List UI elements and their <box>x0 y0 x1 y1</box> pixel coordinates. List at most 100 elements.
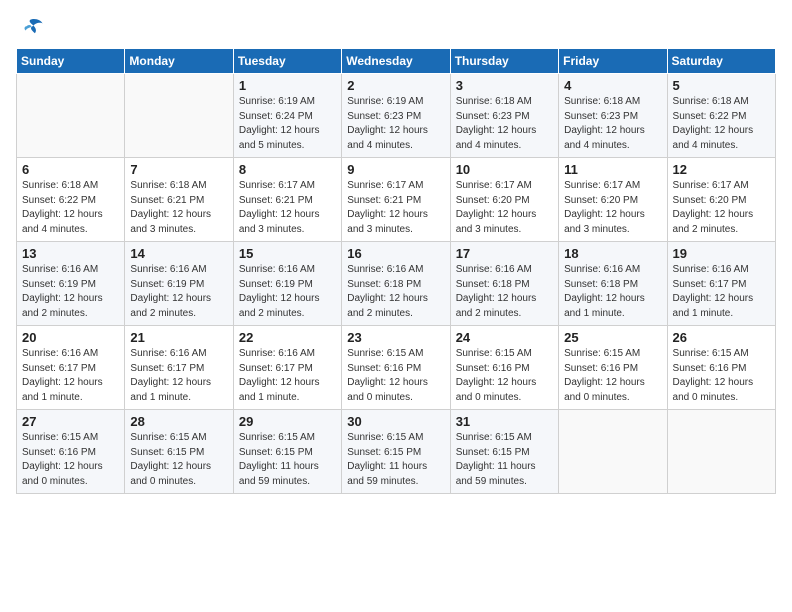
day-info: Sunrise: 6:16 AM Sunset: 6:19 PM Dayligh… <box>130 263 227 321</box>
calendar-cell: 28Sunrise: 6:15 AM Sunset: 6:15 PM Dayli… <box>125 410 233 494</box>
day-info: Sunrise: 6:16 AM Sunset: 6:18 PM Dayligh… <box>347 263 444 321</box>
calendar-cell <box>559 410 667 494</box>
day-number: 21 <box>130 330 227 345</box>
day-number: 7 <box>130 162 227 177</box>
day-number: 5 <box>673 78 770 93</box>
day-info: Sunrise: 6:16 AM Sunset: 6:19 PM Dayligh… <box>22 263 119 321</box>
day-number: 16 <box>347 246 444 261</box>
calendar-cell: 27 Sunrise: 6:15 AM Sunset: 6:16 PM Dayli… <box>17 410 125 494</box>
day-info: Sunrise: 6:16 AM Sunset: 6:17 PM Dayligh… <box>130 347 227 405</box>
day-info: Sunrise: 6:15 AM Sunset: 6:16 PM Dayligh… <box>347 347 444 405</box>
calendar-week-row: 1Sunrise: 6:19 AM Sunset: 6:24 PM Daylig… <box>17 74 776 158</box>
day-number: 6 <box>22 162 119 177</box>
day-info: Sunrise: 6:15 AM Sunset: 6:16 PM Dayligh… <box>22 431 119 489</box>
calendar-cell: 25 Sunrise: 6:15 AM Sunset: 6:16 PM Dayli… <box>559 326 667 410</box>
header <box>16 16 776 38</box>
calendar-cell: 7 Sunrise: 6:18 AM Sunset: 6:21 PM Daylig… <box>125 158 233 242</box>
day-info: Sunrise: 6:16 AM Sunset: 6:17 PM Dayligh… <box>239 347 336 405</box>
day-info: Sunrise: 6:15 AM Sunset: 6:16 PM Dayligh… <box>673 347 770 405</box>
calendar-week-row: 13 Sunrise: 6:16 AM Sunset: 6:19 PM Dayli… <box>17 242 776 326</box>
day-number: 3 <box>456 78 553 93</box>
calendar-cell: 20 Sunrise: 6:16 AM Sunset: 6:17 PM Dayli… <box>17 326 125 410</box>
calendar-cell: 29Sunrise: 6:15 AM Sunset: 6:15 PM Dayli… <box>233 410 341 494</box>
calendar-cell: 16 Sunrise: 6:16 AM Sunset: 6:18 PM Dayli… <box>342 242 450 326</box>
day-info: Sunrise: 6:18 AM Sunset: 6:22 PM Dayligh… <box>22 179 119 237</box>
calendar-cell: 1Sunrise: 6:19 AM Sunset: 6:24 PM Daylig… <box>233 74 341 158</box>
calendar-cell: 11 Sunrise: 6:17 AM Sunset: 6:20 PM Dayli… <box>559 158 667 242</box>
weekday-header: Thursday <box>450 49 558 74</box>
day-info: Sunrise: 6:17 AM Sunset: 6:20 PM Dayligh… <box>673 179 770 237</box>
day-info: Sunrise: 6:18 AM Sunset: 6:23 PM Dayligh… <box>456 95 553 153</box>
day-number: 9 <box>347 162 444 177</box>
day-info: Sunrise: 6:15 AM Sunset: 6:16 PM Dayligh… <box>564 347 661 405</box>
day-number: 17 <box>456 246 553 261</box>
day-info: Sunrise: 6:16 AM Sunset: 6:17 PM Dayligh… <box>673 263 770 321</box>
day-number: 27 <box>22 414 119 429</box>
calendar-cell: 5 Sunrise: 6:18 AM Sunset: 6:22 PM Daylig… <box>667 74 775 158</box>
day-info: Sunrise: 6:16 AM Sunset: 6:18 PM Dayligh… <box>456 263 553 321</box>
day-info: Sunrise: 6:17 AM Sunset: 6:20 PM Dayligh… <box>564 179 661 237</box>
day-number: 26 <box>673 330 770 345</box>
day-info: Sunrise: 6:17 AM Sunset: 6:21 PM Dayligh… <box>239 179 336 237</box>
day-number: 19 <box>673 246 770 261</box>
day-number: 4 <box>564 78 661 93</box>
calendar-cell: 13 Sunrise: 6:16 AM Sunset: 6:19 PM Dayli… <box>17 242 125 326</box>
logo <box>16 16 48 38</box>
calendar-cell <box>125 74 233 158</box>
weekday-header: Wednesday <box>342 49 450 74</box>
day-number: 15 <box>239 246 336 261</box>
calendar-cell: 10Sunrise: 6:17 AM Sunset: 6:20 PM Dayli… <box>450 158 558 242</box>
weekday-header: Sunday <box>17 49 125 74</box>
calendar-cell: 9 Sunrise: 6:17 AM Sunset: 6:21 PM Daylig… <box>342 158 450 242</box>
day-number: 25 <box>564 330 661 345</box>
calendar-cell: 24 Sunrise: 6:15 AM Sunset: 6:16 PM Dayli… <box>450 326 558 410</box>
calendar-week-row: 20 Sunrise: 6:16 AM Sunset: 6:17 PM Dayli… <box>17 326 776 410</box>
calendar-cell: 12Sunrise: 6:17 AM Sunset: 6:20 PM Dayli… <box>667 158 775 242</box>
day-number: 23 <box>347 330 444 345</box>
calendar-cell: 30Sunrise: 6:15 AM Sunset: 6:15 PM Dayli… <box>342 410 450 494</box>
day-number: 20 <box>22 330 119 345</box>
day-number: 2 <box>347 78 444 93</box>
calendar-cell: 23 Sunrise: 6:15 AM Sunset: 6:16 PM Dayli… <box>342 326 450 410</box>
calendar-cell: 31 Sunrise: 6:15 AM Sunset: 6:15 PM Dayli… <box>450 410 558 494</box>
day-number: 24 <box>456 330 553 345</box>
day-info: Sunrise: 6:15 AM Sunset: 6:16 PM Dayligh… <box>456 347 553 405</box>
day-info: Sunrise: 6:15 AM Sunset: 6:15 PM Dayligh… <box>456 431 553 489</box>
calendar-cell: 4 Sunrise: 6:18 AM Sunset: 6:23 PM Daylig… <box>559 74 667 158</box>
calendar-cell: 15Sunrise: 6:16 AM Sunset: 6:19 PM Dayli… <box>233 242 341 326</box>
day-info: Sunrise: 6:19 AM Sunset: 6:24 PM Dayligh… <box>239 95 336 153</box>
day-number: 11 <box>564 162 661 177</box>
day-number: 22 <box>239 330 336 345</box>
weekday-header-row: SundayMondayTuesdayWednesdayThursdayFrid… <box>17 49 776 74</box>
day-number: 31 <box>456 414 553 429</box>
calendar-cell: 19 Sunrise: 6:16 AM Sunset: 6:17 PM Dayli… <box>667 242 775 326</box>
day-info: Sunrise: 6:18 AM Sunset: 6:23 PM Dayligh… <box>564 95 661 153</box>
day-number: 8 <box>239 162 336 177</box>
calendar-cell: 8 Sunrise: 6:17 AM Sunset: 6:21 PM Daylig… <box>233 158 341 242</box>
day-number: 29 <box>239 414 336 429</box>
calendar-cell: 17 Sunrise: 6:16 AM Sunset: 6:18 PM Dayli… <box>450 242 558 326</box>
day-number: 18 <box>564 246 661 261</box>
day-info: Sunrise: 6:18 AM Sunset: 6:21 PM Dayligh… <box>130 179 227 237</box>
day-info: Sunrise: 6:16 AM Sunset: 6:18 PM Dayligh… <box>564 263 661 321</box>
day-number: 30 <box>347 414 444 429</box>
calendar-cell: 18 Sunrise: 6:16 AM Sunset: 6:18 PM Dayli… <box>559 242 667 326</box>
calendar-cell: 2 Sunrise: 6:19 AM Sunset: 6:23 PM Daylig… <box>342 74 450 158</box>
day-info: Sunrise: 6:19 AM Sunset: 6:23 PM Dayligh… <box>347 95 444 153</box>
calendar-cell: 14Sunrise: 6:16 AM Sunset: 6:19 PM Dayli… <box>125 242 233 326</box>
weekday-header: Monday <box>125 49 233 74</box>
calendar-cell: 3 Sunrise: 6:18 AM Sunset: 6:23 PM Daylig… <box>450 74 558 158</box>
day-info: Sunrise: 6:18 AM Sunset: 6:22 PM Dayligh… <box>673 95 770 153</box>
day-number: 13 <box>22 246 119 261</box>
day-info: Sunrise: 6:17 AM Sunset: 6:21 PM Dayligh… <box>347 179 444 237</box>
calendar-week-row: 6 Sunrise: 6:18 AM Sunset: 6:22 PM Daylig… <box>17 158 776 242</box>
calendar-cell: 21 Sunrise: 6:16 AM Sunset: 6:17 PM Dayli… <box>125 326 233 410</box>
calendar-cell <box>17 74 125 158</box>
calendar: SundayMondayTuesdayWednesdayThursdayFrid… <box>16 48 776 494</box>
calendar-cell: 22 Sunrise: 6:16 AM Sunset: 6:17 PM Dayli… <box>233 326 341 410</box>
calendar-week-row: 27 Sunrise: 6:15 AM Sunset: 6:16 PM Dayli… <box>17 410 776 494</box>
day-number: 10 <box>456 162 553 177</box>
calendar-cell <box>667 410 775 494</box>
day-number: 28 <box>130 414 227 429</box>
day-info: Sunrise: 6:16 AM Sunset: 6:17 PM Dayligh… <box>22 347 119 405</box>
